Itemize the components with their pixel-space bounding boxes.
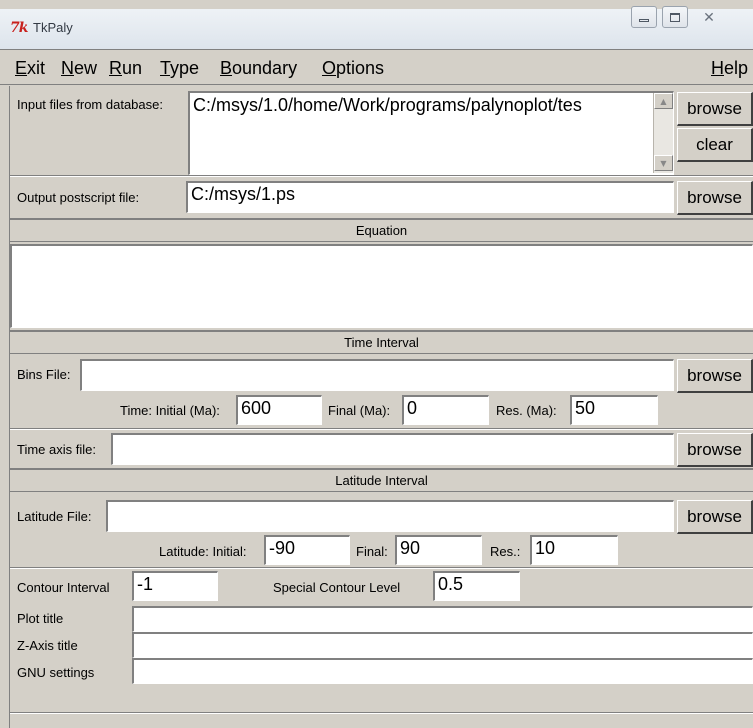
- contour-interval-input[interactable]: -1: [132, 571, 218, 601]
- minimize-button[interactable]: [631, 6, 657, 28]
- bins-browse-button[interactable]: browse: [677, 359, 753, 393]
- latitude-file-label: Latitude File:: [17, 509, 92, 524]
- latitude-browse-button[interactable]: browse: [677, 500, 753, 534]
- input-files-scrollbar[interactable]: ▲ ▼: [653, 93, 673, 173]
- maximize-button[interactable]: [662, 6, 688, 28]
- gnu-settings-label: GNU settings: [17, 665, 95, 680]
- bins-file-input[interactable]: [80, 359, 674, 391]
- menu-exit[interactable]: Exit: [15, 58, 45, 79]
- frame-border: [9, 86, 10, 728]
- divider: [10, 175, 753, 177]
- scroll-up-icon[interactable]: ▲: [654, 93, 673, 109]
- time-axis-label: Time axis file:: [17, 442, 96, 457]
- maximize-icon: [670, 12, 680, 22]
- time-final-input[interactable]: 0: [402, 395, 489, 425]
- time-res-label: Res. (Ma):: [496, 403, 557, 418]
- special-contour-input[interactable]: 0.5: [433, 571, 520, 601]
- time-initial-input[interactable]: 600: [236, 395, 322, 425]
- output-browse-button[interactable]: browse: [677, 181, 753, 215]
- latitude-interval-header: Latitude Interval: [10, 468, 753, 492]
- menu-boundary[interactable]: Boundary: [220, 58, 297, 79]
- zaxis-title-label: Z-Axis title: [17, 638, 78, 653]
- menu-bar: Exit New Run Type Boundary Options Help: [0, 49, 753, 85]
- equation-textarea[interactable]: [10, 244, 753, 328]
- divider: [10, 428, 753, 430]
- latitude-initial-label: Latitude: Initial:: [159, 544, 247, 559]
- time-final-label: Final (Ma):: [328, 403, 391, 418]
- window-title: TkPaly: [33, 20, 73, 35]
- menu-type[interactable]: Type: [160, 58, 199, 79]
- minimize-icon: [639, 18, 649, 22]
- title-bar: 7k TkPaly ✕: [0, 6, 753, 49]
- time-interval-header: Time Interval: [10, 330, 753, 354]
- latitude-res-input[interactable]: 10: [530, 535, 618, 565]
- time-axis-input[interactable]: [111, 433, 674, 465]
- divider: [10, 567, 753, 569]
- app-window: 7k TkPaly ✕ Exit New Run Type Boundary O…: [0, 0, 753, 728]
- latitude-final-label: Final:: [356, 544, 388, 559]
- divider: [10, 712, 753, 714]
- bins-file-label: Bins File:: [17, 367, 71, 382]
- input-browse-button[interactable]: browse: [677, 92, 753, 126]
- tk-logo-icon: 7k: [10, 20, 28, 36]
- special-contour-label: Special Contour Level: [273, 580, 401, 595]
- output-file-label: Output postscript file:: [17, 190, 140, 205]
- plot-title-input[interactable]: [132, 606, 753, 632]
- gnu-settings-input[interactable]: [132, 658, 753, 684]
- latitude-file-input[interactable]: [106, 500, 674, 532]
- zaxis-title-input[interactable]: [132, 632, 753, 658]
- latitude-res-label: Res.:: [490, 544, 521, 559]
- time-axis-browse-button[interactable]: browse: [677, 433, 753, 467]
- input-files-label: Input files from database:: [17, 97, 163, 112]
- latitude-final-input[interactable]: 90: [395, 535, 482, 565]
- plot-title-label: Plot title: [17, 611, 64, 626]
- latitude-initial-input[interactable]: -90: [264, 535, 350, 565]
- menu-help[interactable]: Help: [711, 58, 748, 79]
- input-files-textarea[interactable]: C:/msys/1.0/home/Work/programs/palynoplo…: [188, 91, 674, 175]
- contour-interval-label: Contour Interval: [17, 580, 110, 595]
- output-file-input[interactable]: C:/msys/1.ps: [186, 181, 674, 213]
- close-icon: ✕: [703, 10, 715, 26]
- menu-run[interactable]: Run: [109, 58, 142, 79]
- time-initial-label: Time: Initial (Ma):: [120, 403, 220, 418]
- close-button[interactable]: ✕: [696, 7, 722, 29]
- input-clear-button[interactable]: clear: [677, 128, 753, 162]
- scroll-down-icon[interactable]: ▼: [654, 155, 673, 171]
- time-res-input[interactable]: 50: [570, 395, 658, 425]
- equation-header: Equation: [10, 218, 753, 242]
- menu-options[interactable]: Options: [322, 58, 384, 79]
- menu-new[interactable]: New: [61, 58, 97, 79]
